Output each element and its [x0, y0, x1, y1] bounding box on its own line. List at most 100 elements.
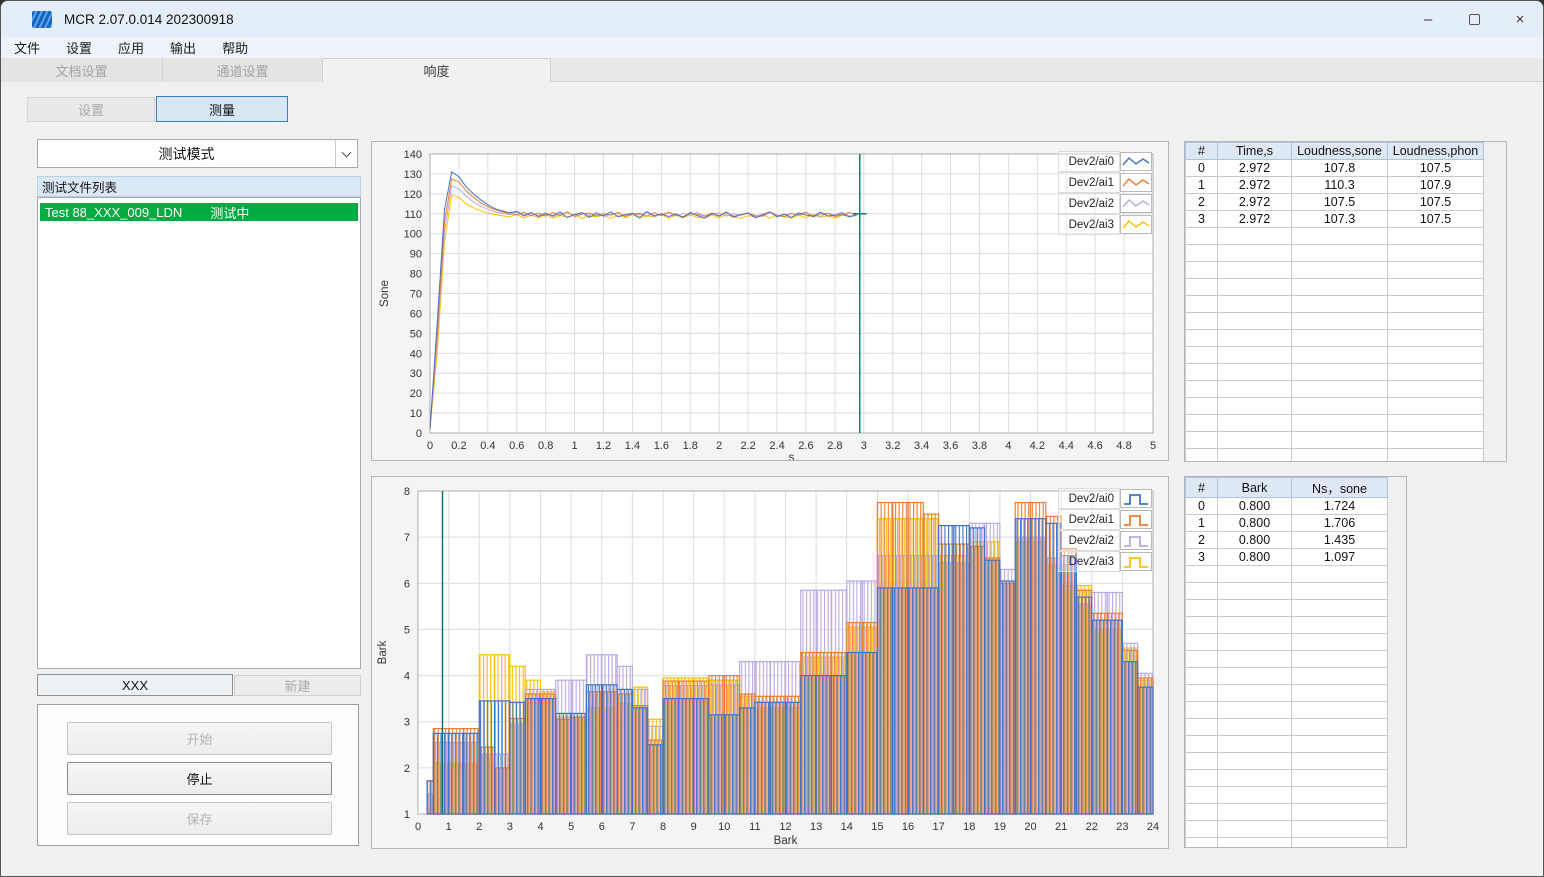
maximize-icon[interactable] [1451, 1, 1497, 37]
table-empty-row[interactable] [1185, 414, 1484, 432]
legend-row-dev2-ai1[interactable]: Dev2/ai1 [1058, 172, 1152, 193]
loudness-chart-legend: Dev2/ai0 Dev2/ai1 Dev2/ai2 Dev2/ai3 [1058, 151, 1152, 235]
x-tick-label: 24 [1147, 821, 1159, 833]
list-item[interactable]: Test 88_XXX_009_LDN 测试中 [40, 203, 358, 221]
table-empty-row[interactable] [1185, 329, 1484, 347]
x-tick-label: 0.2 [451, 440, 466, 452]
settings-button[interactable]: 设置 [27, 97, 155, 122]
x-tick-label: 5 [1150, 440, 1156, 452]
stop-button[interactable]: 停止 [67, 762, 332, 795]
bar-step-dev2-ai0 [677, 698, 695, 815]
y-tick-label: 120 [404, 189, 422, 201]
table-row[interactable]: 2 0.800 1.435 [1185, 531, 1388, 549]
y-tick-label: 70 [410, 289, 422, 301]
legend-row-dev2-ai2[interactable]: Dev2/ai2 [1058, 530, 1152, 551]
table-empty-row[interactable] [1185, 769, 1388, 787]
legend-sample-box [1120, 489, 1152, 508]
table-empty-row[interactable] [1185, 684, 1388, 702]
bark-table[interactable]: # Bark Ns，sone 0 0.800 1.724 1 0.800 1.706 2 0.800… [1185, 477, 1388, 847]
dropdown-button[interactable] [335, 140, 357, 167]
menu-item-4[interactable]: 帮助 [209, 36, 261, 59]
table-cell [1291, 244, 1388, 262]
minimize-icon[interactable]: – [1405, 1, 1451, 37]
close-icon[interactable]: × [1497, 1, 1543, 37]
table-empty-row[interactable] [1185, 363, 1484, 381]
table-empty-row[interactable] [1185, 837, 1388, 847]
tab-0[interactable]: 文档设置 [1, 58, 163, 82]
measure-control-panel: 开始 停止 保存 [37, 704, 359, 846]
table-cell [1291, 701, 1388, 719]
table-empty-row[interactable] [1185, 346, 1484, 364]
table-header-cell: Bark [1217, 477, 1292, 498]
table-empty-row[interactable] [1185, 431, 1484, 449]
legend-row-dev2-ai2[interactable]: Dev2/ai2 [1058, 193, 1152, 214]
table-empty-row[interactable] [1185, 582, 1388, 600]
x-tick-label: 3.2 [885, 440, 900, 452]
table-empty-row[interactable] [1185, 227, 1484, 245]
table-empty-row[interactable] [1185, 616, 1388, 634]
table-empty-row[interactable] [1185, 667, 1388, 685]
x-tick-label: 1 [446, 821, 452, 833]
start-button[interactable]: 开始 [67, 722, 332, 755]
table-row[interactable]: 1 0.800 1.706 [1185, 514, 1388, 532]
y-tick-label: 1 [404, 809, 410, 821]
table-row[interactable]: 0 2.972 107.8 107.5 [1185, 159, 1484, 177]
table-cell [1291, 565, 1388, 583]
table-cell [1217, 565, 1292, 583]
table-cell [1217, 718, 1292, 736]
legend-row-dev2-ai1[interactable]: Dev2/ai1 [1058, 509, 1152, 530]
new-button[interactable]: 新建 [234, 675, 361, 696]
table-empty-row[interactable] [1185, 244, 1484, 262]
table-empty-row[interactable] [1185, 718, 1388, 736]
measure-button[interactable]: 测量 [156, 96, 288, 122]
table-row[interactable]: 2 2.972 107.5 107.5 [1185, 193, 1484, 211]
table-empty-row[interactable] [1185, 312, 1484, 330]
table-row[interactable]: 0 0.800 1.724 [1185, 497, 1388, 515]
legend-row-dev2-ai3[interactable]: Dev2/ai3 [1058, 214, 1152, 235]
legend-row-dev2-ai0[interactable]: Dev2/ai0 [1058, 488, 1152, 509]
menu-item-3[interactable]: 输出 [157, 36, 209, 59]
test-file-list[interactable]: Test 88_XXX_009_LDN 测试中 [37, 197, 361, 669]
table-empty-row[interactable] [1185, 735, 1388, 753]
legend-row-dev2-ai3[interactable]: Dev2/ai3 [1058, 551, 1152, 572]
table-cell [1185, 431, 1218, 449]
table-empty-row[interactable] [1185, 786, 1388, 804]
table-empty-row[interactable] [1185, 261, 1484, 279]
table-empty-row[interactable] [1185, 650, 1388, 668]
table-empty-row[interactable] [1185, 752, 1388, 770]
table-empty-row[interactable] [1185, 565, 1388, 583]
loudness-time-chart[interactable]: 0 0.2 0.4 0.6 0.8 1 1.2 1.4 1.6 1.8 2 2.2 2.4 2.6 2.8 3… [371, 141, 1169, 464]
tab-1[interactable]: 通道设置 [163, 58, 323, 82]
table-cell [1387, 397, 1484, 415]
table-row[interactable]: 3 0.800 1.097 [1185, 548, 1388, 566]
tab-2[interactable]: 响度 [323, 58, 551, 82]
loudness-table[interactable]: # Time,s Loudness,sone Loudness,phon 0 2.972 1… [1185, 142, 1484, 461]
legend-row-dev2-ai0[interactable]: Dev2/ai0 [1058, 151, 1152, 172]
xxx-button[interactable]: XXX [37, 674, 233, 696]
table-empty-row[interactable] [1185, 397, 1484, 415]
legend-label: Dev2/ai3 [1058, 214, 1120, 235]
bark-spectrum-chart[interactable]: 0 1 2 3 4 5 6 7 8 9 10 11 12 13 14 15 16 17 18 19 20 21 22 23 24… [371, 476, 1169, 849]
table-cell [1185, 599, 1218, 617]
table-cell: 107.3 [1291, 210, 1388, 228]
x-tick-label: 4.6 [1088, 440, 1103, 452]
save-button[interactable]: 保存 [67, 802, 332, 835]
table-empty-row[interactable] [1185, 820, 1388, 838]
menu-item-0[interactable]: 文件 [1, 36, 53, 59]
table-cell [1291, 735, 1388, 753]
table-empty-row[interactable] [1185, 701, 1388, 719]
table-row[interactable]: 1 2.972 110.3 107.9 [1185, 176, 1484, 194]
table-empty-row[interactable] [1185, 633, 1388, 651]
table-empty-row[interactable] [1185, 295, 1484, 313]
table-empty-row[interactable] [1185, 448, 1484, 461]
table-empty-row[interactable] [1185, 380, 1484, 398]
test-mode-select[interactable]: 测试模式 [37, 139, 358, 168]
table-row[interactable]: 3 2.972 107.3 107.5 [1185, 210, 1484, 228]
menu-item-2[interactable]: 应用 [105, 36, 157, 59]
table-cell [1291, 278, 1388, 296]
table-empty-row[interactable] [1185, 803, 1388, 821]
table-empty-row[interactable] [1185, 278, 1484, 296]
menu-item-1[interactable]: 设置 [53, 36, 105, 59]
table-empty-row[interactable] [1185, 599, 1388, 617]
y-axis-label: Bark [377, 640, 389, 664]
